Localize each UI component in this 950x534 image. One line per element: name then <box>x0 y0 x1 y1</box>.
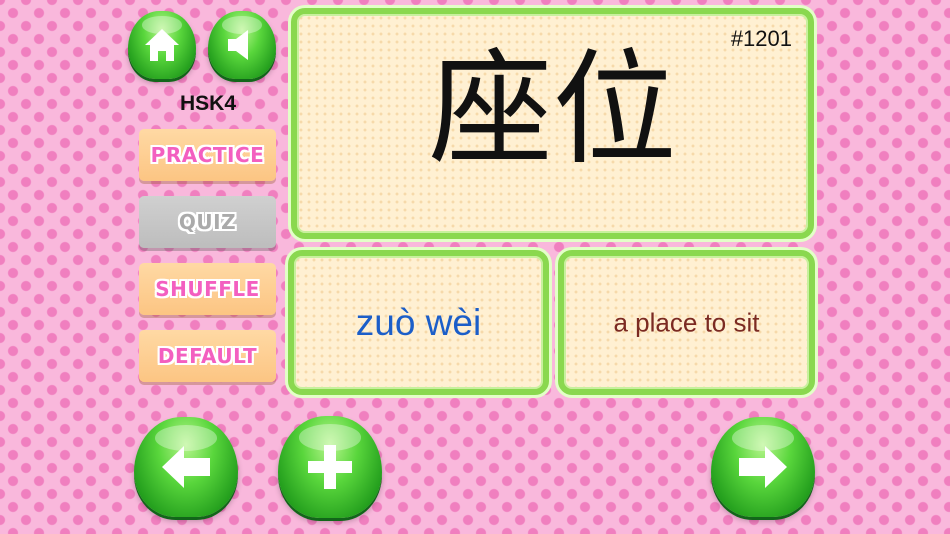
pinyin-card[interactable]: zuò wèi <box>288 250 549 395</box>
meaning-text: a place to sit <box>613 307 760 337</box>
home-icon <box>145 29 179 61</box>
plus-icon <box>308 445 352 489</box>
quiz-button[interactable]: QUIZ <box>139 196 276 248</box>
meaning-card[interactable]: a place to sit <box>558 250 815 395</box>
level-label: HSK4 <box>179 92 237 115</box>
add-button[interactable] <box>278 416 382 518</box>
practice-button[interactable]: PRACTICE <box>139 129 276 181</box>
hanzi-text: 座位 <box>428 38 677 182</box>
shuffle-button[interactable]: SHUFFLE <box>139 263 276 315</box>
speaker-icon <box>228 30 248 60</box>
previous-button[interactable] <box>134 417 238 517</box>
home-button[interactable] <box>128 11 196 79</box>
sound-button[interactable] <box>208 11 276 79</box>
default-button[interactable]: DEFAULT <box>139 330 276 382</box>
character-card[interactable]: #1201 座位 <box>291 8 814 239</box>
next-button[interactable] <box>711 417 815 517</box>
arrow-left-icon <box>162 446 210 488</box>
arrow-right-icon <box>739 446 787 488</box>
pinyin-text: zuò wèi <box>355 301 482 343</box>
